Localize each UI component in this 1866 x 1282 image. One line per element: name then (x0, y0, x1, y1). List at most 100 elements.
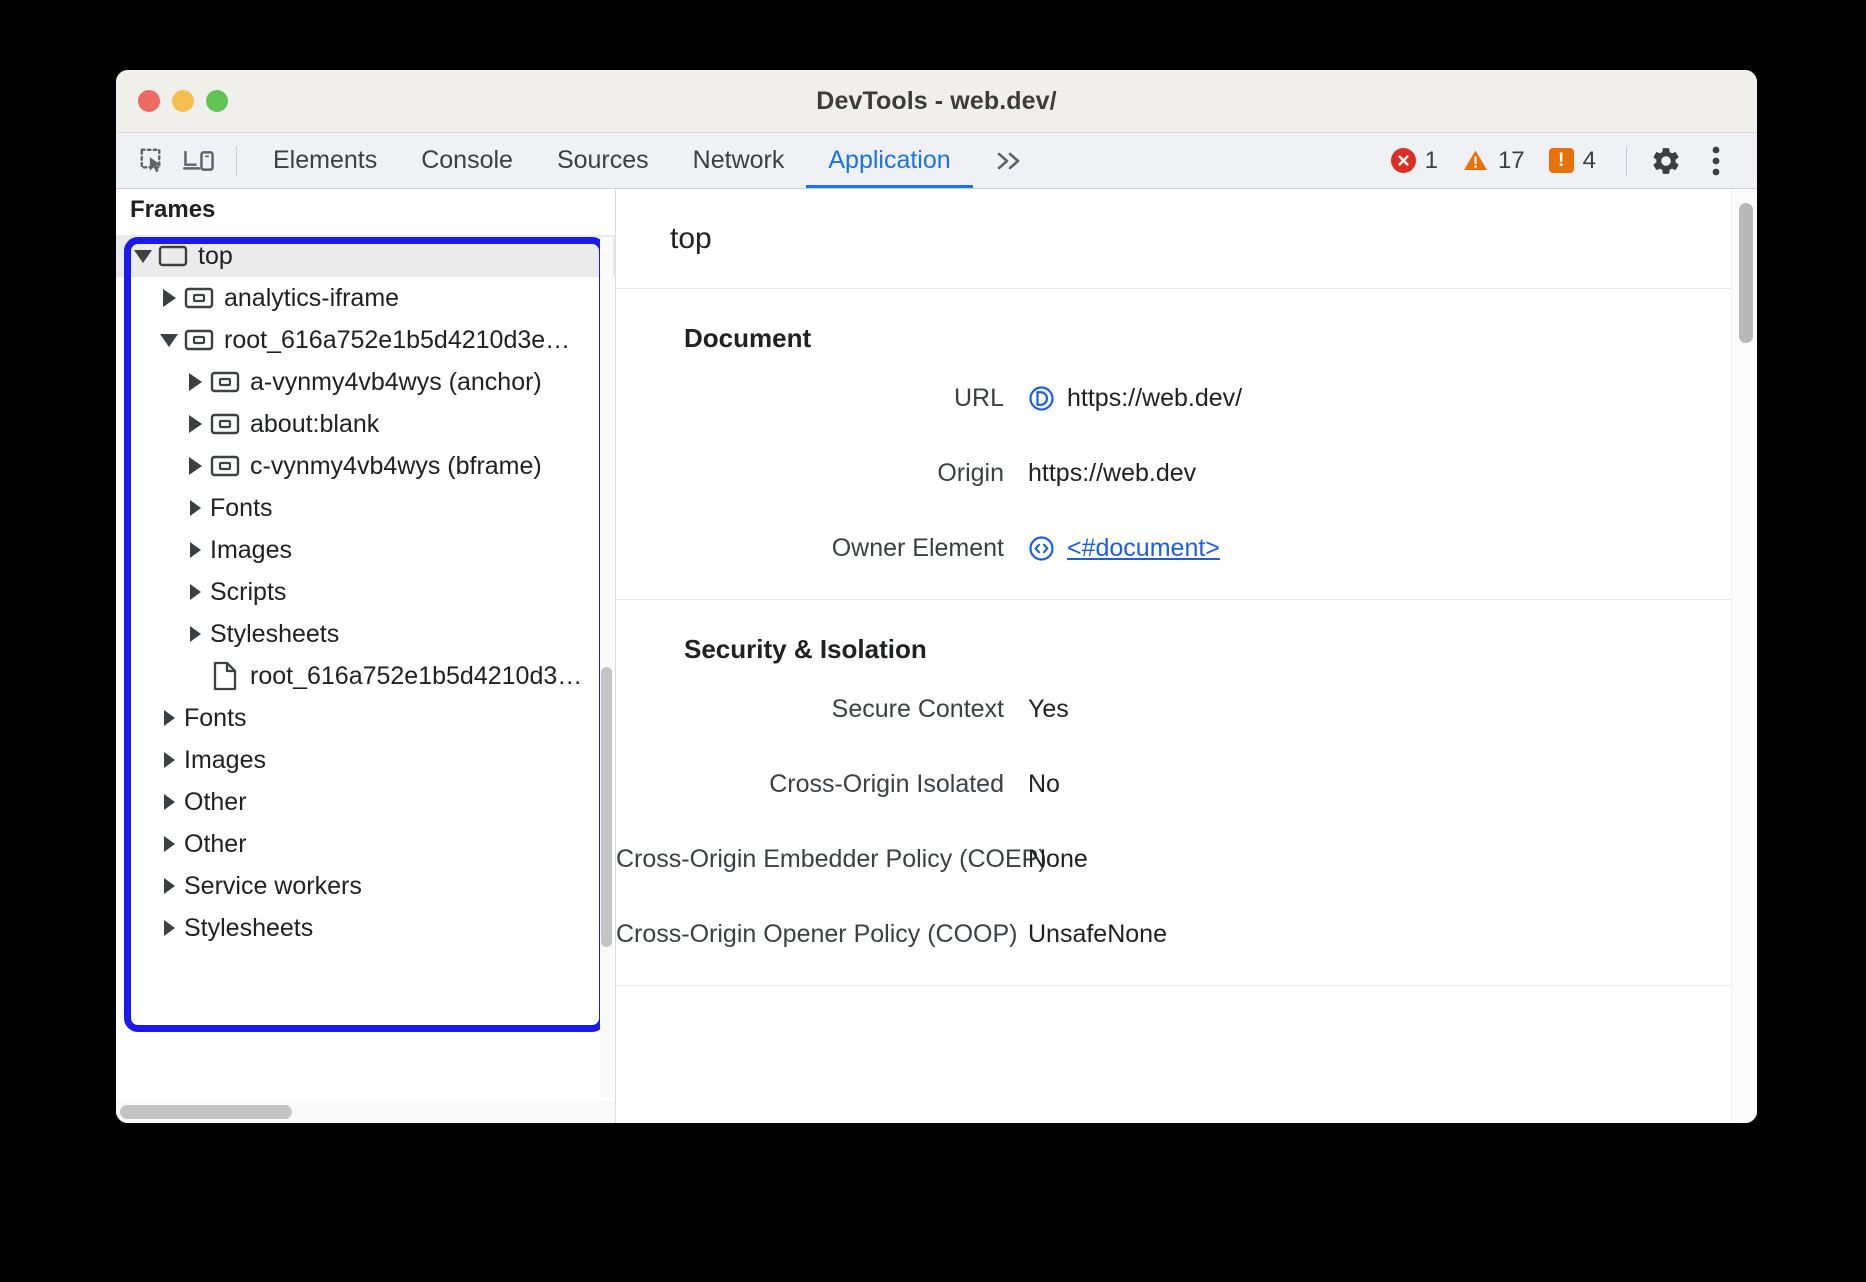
chevron-right-icon[interactable] (156, 710, 182, 726)
tree-item-label: Images (210, 536, 292, 565)
network-resource-icon[interactable] (1028, 385, 1055, 412)
devtools-window: DevTools - web.dev/ Elements Console So (116, 70, 1757, 1123)
chevron-right-icon[interactable] (156, 920, 182, 936)
frames-horizontal-scrollbar-thumb[interactable] (120, 1105, 292, 1119)
details-vertical-scrollbar[interactable] (1739, 197, 1753, 1115)
frames-panel-header: Frames (116, 189, 615, 231)
details-section-title: Security & Isolation (616, 634, 1757, 665)
tab-application[interactable]: Application (806, 133, 972, 188)
details-row: Cross-Origin Embedder Policy (COEP)None (616, 845, 1757, 874)
tree-frame-row[interactable]: top (116, 235, 615, 277)
details-row-key: Secure Context (616, 695, 1028, 724)
details-row-link[interactable]: <#document> (1067, 534, 1220, 563)
tab-network[interactable]: Network (671, 133, 807, 188)
tab-elements[interactable]: Elements (251, 133, 399, 188)
tree-frame-row[interactable]: a-vynmy4vb4wys (anchor) (116, 361, 615, 403)
tab-sources[interactable]: Sources (535, 133, 671, 188)
chevron-right-icon[interactable] (182, 457, 208, 475)
tree-frame-row[interactable]: root_616a752e1b5d4210d3e… (116, 319, 615, 361)
tree-frame-row[interactable]: analytics-iframe (116, 277, 615, 319)
tree-item-label: Fonts (184, 704, 247, 733)
tree-category-row[interactable]: Images (116, 529, 615, 571)
chevron-right-icon[interactable] (156, 878, 182, 894)
disclosure-triangle (160, 334, 178, 347)
tree-frame-row[interactable]: c-vynmy4vb4wys (bframe) (116, 445, 615, 487)
panel-tabs: Elements Console Sources Network Applica… (251, 133, 1043, 188)
frames-vertical-scrollbar[interactable] (600, 237, 613, 1097)
window-title: DevTools - web.dev/ (116, 87, 1757, 116)
error-icon (1391, 148, 1416, 173)
details-row: Cross-Origin IsolatedNo (616, 770, 1757, 799)
chevron-right-icon[interactable] (182, 415, 208, 433)
frames-tree-scroll[interactable]: top analytics-iframe root_616a752e1b5d42… (116, 231, 615, 1101)
device-toolbar-icon[interactable] (176, 140, 222, 182)
inspect-element-icon[interactable] (130, 140, 176, 182)
details-row: URL https://web.dev/ (616, 384, 1757, 413)
disclosure-triangle (134, 250, 152, 263)
iframe-icon (182, 328, 216, 352)
document-icon (208, 661, 242, 691)
warning-counter[interactable]: 17 (1452, 147, 1535, 175)
tree-item-label: Other (184, 830, 247, 859)
details-row-value: https://web.dev (1028, 459, 1196, 488)
details-row-key: URL (616, 384, 1028, 413)
details-section: DocumentURL https://web.dev/Originhttps:… (616, 289, 1757, 600)
chevron-down-icon[interactable] (130, 250, 156, 263)
chevron-right-icon[interactable] (182, 626, 208, 642)
tree-category-row[interactable]: Other (116, 823, 615, 865)
warning-count: 17 (1498, 147, 1525, 175)
details-row-text: Yes (1028, 695, 1069, 724)
tree-category-row[interactable]: Service workers (116, 865, 615, 907)
tree-category-row[interactable]: Other (116, 781, 615, 823)
details-row-value: None (1028, 845, 1088, 874)
chevron-right-icon[interactable] (182, 500, 208, 516)
frame-icon (156, 244, 190, 268)
tree-frame-row[interactable]: about:blank (116, 403, 615, 445)
chevron-right-icon[interactable] (156, 752, 182, 768)
tab-console[interactable]: Console (399, 133, 535, 188)
chevron-right-icon[interactable] (182, 584, 208, 600)
tree-item-label: root_616a752e1b5d4210d3e… (224, 326, 570, 355)
three-dot-menu-icon[interactable] (1693, 139, 1739, 183)
chevron-down-icon[interactable] (156, 334, 182, 347)
disclosure-triangle (164, 752, 175, 768)
tree-item-label: root_616a752e1b5d4210d3… (250, 662, 582, 691)
details-row-value: https://web.dev/ (1028, 384, 1242, 413)
details-vertical-scrollbar-thumb[interactable] (1739, 203, 1753, 343)
tree-category-row[interactable]: Scripts (116, 571, 615, 613)
tree-document-row[interactable]: root_616a752e1b5d4210d3… (116, 655, 615, 697)
tree-category-row[interactable]: Stylesheets (116, 907, 615, 949)
chevron-right-icon[interactable] (182, 542, 208, 558)
tree-category-row[interactable]: Fonts (116, 697, 615, 739)
warning-icon (1462, 148, 1489, 173)
tree-category-row[interactable]: Fonts (116, 487, 615, 529)
details-row-key: Origin (616, 459, 1028, 488)
issues-counter[interactable]: ! 4 (1539, 147, 1606, 175)
details-row: Owner Element <#document> (616, 534, 1757, 563)
more-tabs-icon[interactable] (973, 133, 1043, 188)
details-row-key: Owner Element (616, 534, 1028, 563)
code-brackets-icon[interactable] (1028, 535, 1055, 562)
tree-category-row[interactable]: Stylesheets (116, 613, 615, 655)
details-row-value: No (1028, 770, 1060, 799)
frames-vertical-scrollbar-thumb[interactable] (601, 667, 612, 947)
toolbar-status-area: 1 17 ! 4 (1381, 139, 1739, 183)
details-row-key: Cross-Origin Isolated (616, 770, 1028, 799)
chevron-right-icon[interactable] (182, 373, 208, 391)
tree-item-label: Stylesheets (184, 914, 313, 943)
chevron-right-icon[interactable] (156, 289, 182, 307)
devtools-toolbar: Elements Console Sources Network Applica… (116, 133, 1757, 189)
chevron-right-icon[interactable] (156, 794, 182, 810)
details-section-title: Document (616, 323, 1757, 354)
disclosure-triangle (189, 373, 202, 391)
error-counter[interactable]: 1 (1381, 147, 1448, 175)
details-row-value: UnsafeNone (1028, 920, 1167, 949)
tree-item-label: Other (184, 788, 247, 817)
details-row-text: None (1028, 845, 1088, 874)
toolbar-divider (236, 146, 237, 176)
frames-panel: Frames top analytics-iframe root_616a752… (116, 189, 616, 1123)
chevron-right-icon[interactable] (156, 836, 182, 852)
tree-category-row[interactable]: Images (116, 739, 615, 781)
frames-horizontal-scrollbar[interactable] (116, 1101, 615, 1123)
gear-icon[interactable] (1643, 139, 1689, 183)
